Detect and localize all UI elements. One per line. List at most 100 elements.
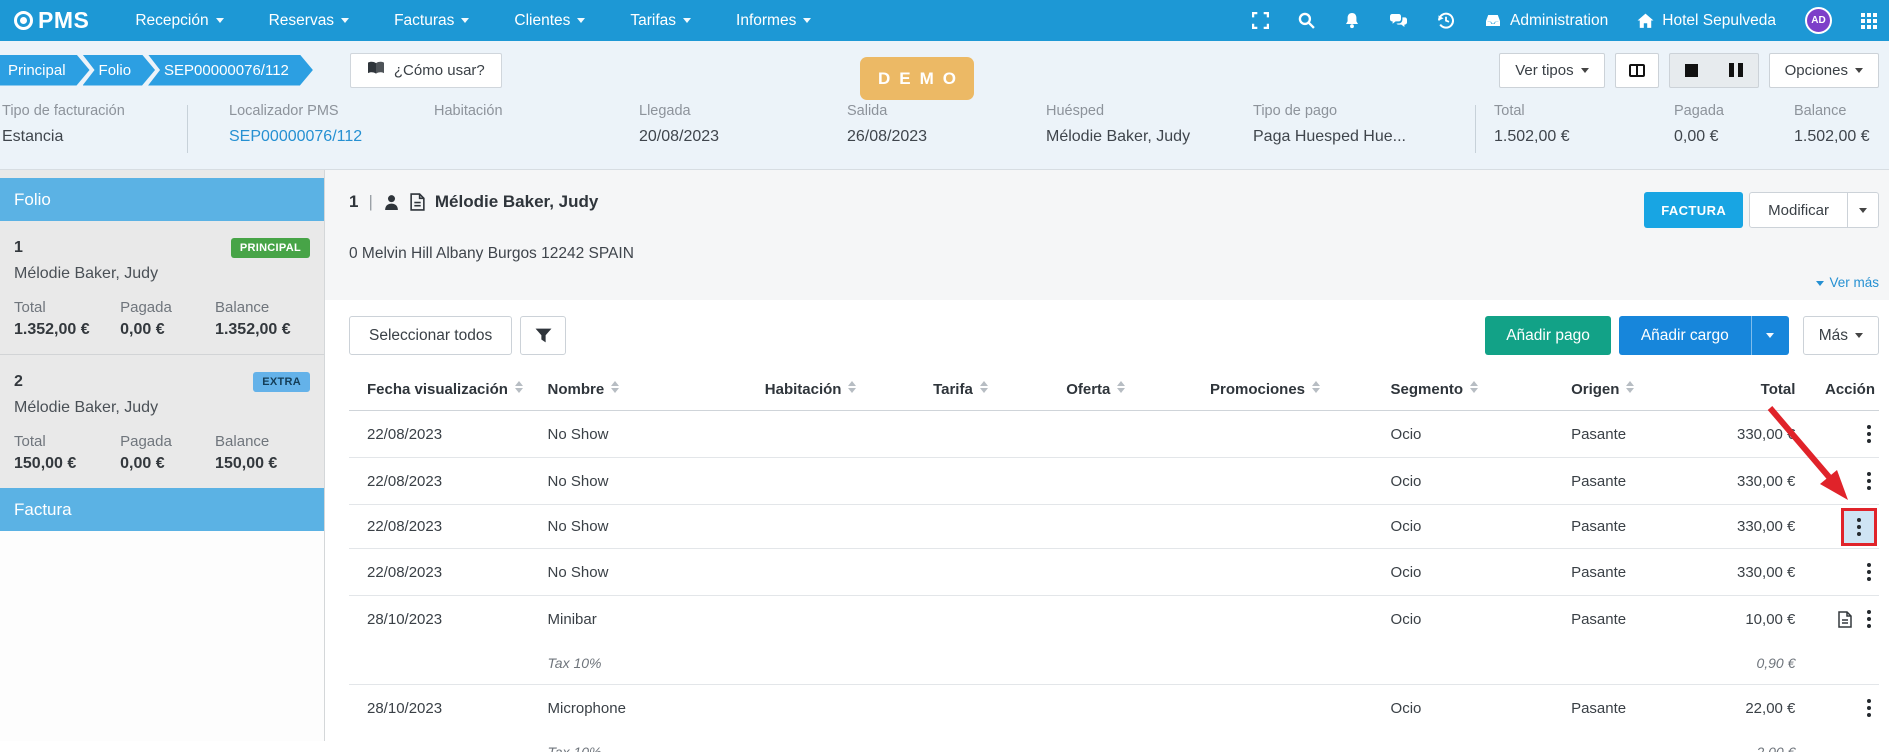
folio-list: 1PRINCIPALMélodie Baker, JudyTotal1.352,… xyxy=(0,221,324,488)
opciones-dropdown[interactable]: Opciones xyxy=(1769,53,1879,88)
modificar-caret-button[interactable] xyxy=(1847,193,1878,227)
pause-view-button[interactable] xyxy=(1714,54,1758,87)
add-payment-button[interactable]: Añadir pago xyxy=(1485,316,1611,355)
add-charge-button[interactable]: Añadir cargo xyxy=(1619,316,1751,355)
menu-informes[interactable]: Informes xyxy=(736,12,811,30)
guest-person-icon[interactable] xyxy=(383,194,400,211)
column-header-origen[interactable]: Origen xyxy=(1553,369,1685,411)
cell-total: 330,00 € xyxy=(1685,458,1800,505)
folio-item-2[interactable]: 2EXTRAMélodie Baker, JudyTotal150,00 €Pa… xyxy=(0,354,324,488)
breadcrumb-folio[interactable]: Folio xyxy=(83,55,156,86)
folio-item-1[interactable]: 1PRINCIPALMélodie Baker, JudyTotal1.352,… xyxy=(0,221,324,354)
kebab-menu-icon[interactable] xyxy=(1863,424,1875,444)
search-icon[interactable] xyxy=(1298,12,1315,29)
info-label-pago: Tipo de pago xyxy=(1253,103,1463,119)
menu-recepcion[interactable]: Recepción xyxy=(135,12,223,30)
add-charge-caret-button[interactable] xyxy=(1751,316,1789,355)
folio-total-value: 1.352,00 € xyxy=(14,321,120,339)
stop-view-button[interactable] xyxy=(1670,54,1714,87)
chevron-down-icon xyxy=(1855,333,1863,338)
cell-fecha-visualizacion: 28/10/2023 xyxy=(349,596,530,643)
kebab-menu-icon[interactable] xyxy=(1863,698,1875,718)
cell-fecha-visualizacion: 22/08/2023 xyxy=(349,505,530,549)
subcell-accion xyxy=(1799,642,1879,685)
breadcrumb-principal[interactable]: Principal xyxy=(0,55,90,86)
cell-total: 330,00 € xyxy=(1685,505,1800,549)
ver-tipos-dropdown[interactable]: Ver tipos xyxy=(1499,53,1604,88)
cell-habitacion xyxy=(747,458,915,505)
chevron-down-icon xyxy=(1581,68,1589,73)
guest-document-icon[interactable] xyxy=(410,193,425,211)
subcell-habitacion xyxy=(747,731,915,752)
subcell-accion xyxy=(1799,731,1879,752)
menu-reservas[interactable]: Reservas xyxy=(269,12,349,30)
cell-nombre: Microphone xyxy=(530,685,747,732)
administration-menu[interactable]: Administration xyxy=(1484,12,1608,30)
cell-accion xyxy=(1799,458,1879,505)
messages-icon[interactable] xyxy=(1389,13,1408,29)
column-header-tarifa[interactable]: Tarifa xyxy=(915,369,1048,411)
charge-subrow-6: Tax 10%2,00 € xyxy=(349,731,1879,752)
chevron-down-icon xyxy=(1766,333,1774,338)
sort-up-arrow xyxy=(1626,381,1634,386)
pms-logo[interactable]: PMS xyxy=(14,7,89,34)
column-header-nombre[interactable]: Nombre xyxy=(530,369,747,411)
folio-guest-name: Mélodie Baker, Judy xyxy=(14,265,310,283)
user-avatar[interactable]: AD xyxy=(1805,7,1832,34)
select-all-button[interactable]: Seleccionar todos xyxy=(349,316,512,355)
column-header-fecha-visualizacion[interactable]: Fecha visualización xyxy=(349,369,530,411)
info-field-huesped: HuéspedMélodie Baker, Judy xyxy=(1046,103,1253,153)
column-header-segmento[interactable]: Segmento xyxy=(1373,369,1554,411)
info-value-llegada: 20/08/2023 xyxy=(639,128,847,146)
kebab-menu-icon[interactable] xyxy=(1863,609,1875,629)
breadcrumb-sep00000076-112[interactable]: SEP00000076/112 xyxy=(148,55,313,86)
factura-button[interactable]: FACTURA xyxy=(1644,192,1743,228)
chevron-down-icon xyxy=(341,18,349,23)
info-value-localizador[interactable]: SEP00000076/112 xyxy=(229,128,434,146)
subcell-nombre: Tax 10% xyxy=(530,642,747,685)
invoice-document-icon[interactable] xyxy=(1838,611,1852,628)
kebab-menu-icon[interactable] xyxy=(1863,471,1875,491)
info-value-balance: 1.502,00 € xyxy=(1794,128,1889,146)
folio-sidebar: Folio 1PRINCIPALMélodie Baker, JudyTotal… xyxy=(0,170,325,741)
menu-tarifas[interactable]: Tarifas xyxy=(630,12,691,30)
add-charge-split-button: Añadir cargo xyxy=(1619,316,1789,355)
how-to-use-button[interactable]: ¿Cómo usar? xyxy=(350,53,502,88)
hotel-menu[interactable]: Hotel Sepulveda xyxy=(1637,12,1776,30)
charge-row-2[interactable]: 22/08/2023No ShowOcioPasante330,00 € xyxy=(349,458,1879,505)
column-header-promociones[interactable]: Promociones xyxy=(1192,369,1373,411)
charge-row-5[interactable]: 28/10/2023MinibarOcioPasante10,00 € xyxy=(349,596,1879,643)
fullscreen-icon[interactable] xyxy=(1252,12,1269,29)
filter-button[interactable] xyxy=(520,316,566,355)
folio-total-label: Total xyxy=(14,433,120,450)
more-dropdown-button[interactable]: Más xyxy=(1803,316,1879,355)
notifications-bell-icon[interactable] xyxy=(1344,12,1360,29)
columns-layout-button[interactable] xyxy=(1615,53,1659,88)
column-header-oferta[interactable]: Oferta xyxy=(1048,369,1192,411)
charge-row-6[interactable]: 28/10/2023MicrophoneOcioPasante22,00 € xyxy=(349,685,1879,732)
menu-label-recepcion: Recepción xyxy=(135,12,208,29)
menu-label-clientes: Clientes xyxy=(514,12,570,29)
menu-clientes[interactable]: Clientes xyxy=(514,12,585,30)
kebab-menu-icon[interactable] xyxy=(1853,517,1865,537)
charge-row-1[interactable]: 22/08/2023No ShowOcioPasante330,00 € xyxy=(349,411,1879,458)
subcell-origen xyxy=(1553,642,1685,685)
charges-table: Fecha visualizaciónNombreHabitaciónTarif… xyxy=(349,369,1879,752)
history-icon[interactable] xyxy=(1437,12,1455,29)
cell-fecha-visualizacion: 28/10/2023 xyxy=(349,685,530,732)
charge-row-3[interactable]: 22/08/2023No ShowOcioPasante330,00 € xyxy=(349,505,1879,549)
charge-row-4[interactable]: 22/08/2023No ShowOcioPasante330,00 € xyxy=(349,549,1879,596)
subcell-fecha-visualizacion xyxy=(349,642,530,685)
subcell-oferta xyxy=(1048,731,1192,752)
cell-habitacion xyxy=(747,549,915,596)
folio-section-header: Folio xyxy=(0,178,324,221)
kebab-menu-icon[interactable] xyxy=(1863,562,1875,582)
ver-mas-link[interactable]: Ver más xyxy=(349,275,1879,290)
cell-tarifa xyxy=(915,596,1048,643)
hotel-label: Hotel Sepulveda xyxy=(1662,12,1776,30)
column-header-habitacion[interactable]: Habitación xyxy=(747,369,915,411)
menu-facturas[interactable]: Facturas xyxy=(394,12,469,30)
modificar-button[interactable]: Modificar xyxy=(1750,193,1847,227)
apps-grid-icon[interactable] xyxy=(1861,13,1877,29)
how-to-use-label: ¿Cómo usar? xyxy=(394,62,485,79)
